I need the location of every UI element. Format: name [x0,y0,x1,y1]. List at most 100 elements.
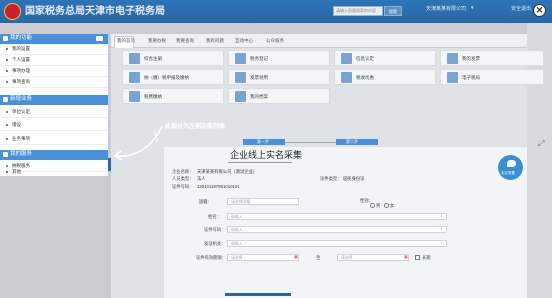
tab-tax[interactable]: 我要办税 [148,38,166,44]
org-input[interactable]: 请输入... [227,240,447,247]
tab-home[interactable]: 我的首页 [117,38,135,44]
tile-e-tax[interactable]: 电子税局 [440,69,544,85]
search-input[interactable]: 请输入您要搜索的内容 [333,6,383,16]
tile-label: 信息认定 [356,56,374,61]
tile-register[interactable]: 综合注册 [122,50,224,66]
close-icon[interactable]: ✕ [533,4,546,17]
user-menu[interactable]: 天津某某有限公司 [426,7,466,12]
plus-icon [3,97,8,102]
long-term-checkbox[interactable] [415,255,420,260]
validity-start-input[interactable]: 请选择 [227,254,299,261]
gender-female-radio[interactable] [384,203,389,208]
chart-icon [129,72,140,83]
sidebar-item-label: 其他 [12,169,21,174]
tile-label: 我的发票 [462,56,480,61]
long-term-label: 长期 [422,255,431,260]
tile-invoice[interactable]: 我的发票 [440,50,544,66]
name-placeholder: 请输入... [231,214,246,219]
tab-interaction[interactable]: 互动中心 [235,38,253,44]
sidebar-collapse-handle[interactable] [108,158,111,171]
sidebar-group-title: 新增业务 [10,96,33,102]
calendar-icon[interactable]: ▦ [294,255,298,259]
receipt-icon [235,72,246,83]
sidebar-item-label: 我的设置 [12,46,30,51]
person-icon [129,53,140,64]
nation-placeholder: 请选择国籍 [231,199,250,204]
sidebar-item[interactable]: 其他 [0,169,108,176]
sidebar-group-header[interactable]: 我的服务 [0,150,108,160]
search-placeholder: 请输入您要搜索的内容 [336,8,376,13]
star-icon [3,36,8,41]
search-button-label: 搜索 [389,8,397,14]
calendar-icon [129,91,140,102]
service-tiles: 综合注册 税务登记 信息认定 我的发票 纳（缴）税申报及缴纳 发票领用 税收优惠… [118,50,544,106]
validity-end-input[interactable]: 请选择 [337,254,409,261]
sidebar-item[interactable]: 我的设置 [0,44,108,55]
logout-link[interactable]: 安全退出 [511,7,531,12]
nation-select[interactable]: 请选择国籍 [227,198,299,205]
gender-male-radio[interactable] [370,203,375,208]
validity-to: 至 [316,255,321,260]
idtype-label: 证件类型： [320,176,342,181]
sidebar-item[interactable]: 业务事项 [0,134,108,145]
step-2: 第二步 [336,139,378,145]
idtype-value: 居民身份证 [343,176,365,181]
search-button[interactable]: 搜索 [384,6,402,16]
tile-label: 税务登记 [250,56,268,61]
step-1-label: 第一步 [257,139,269,144]
site-title: 国家税务总局天津市电子税务局 [25,6,165,17]
tile-label: 发票领用 [250,75,268,80]
company-label: 企业名称： [172,169,194,174]
top-nav: 我的首页 我要办税 我要查询 我有问题 互动中心 公众服务 [111,34,527,48]
calendar-icon[interactable]: ▦ [404,255,408,259]
company-value: 天津某某有限公司（测试企业） [197,169,258,174]
nation-label: 国籍： [199,199,212,204]
id-value: 120101197801010101 [197,184,240,189]
chevron-down-icon[interactable]: ▾ [471,6,474,11]
tab-query[interactable]: 我要查询 [176,38,194,44]
expand-icon[interactable]: ⤢ [538,140,544,148]
tile-declaration[interactable]: 纳（缴）税申报及缴纳 [122,69,224,85]
role-value: 法人 [197,176,206,181]
tile-preferential[interactable]: 税收优惠 [334,69,436,85]
sidebar-item-label: 事项查询 [12,79,30,84]
tile-invoice-receive[interactable]: 发票领用 [228,69,330,85]
validity-end-placeholder: 请选择 [341,255,353,260]
required-icon: ! [441,226,443,231]
tile-label: 综合注册 [144,56,162,61]
sidebar-group-title: 我的服务 [10,151,33,157]
sidebar-item[interactable]: 事项办理 [0,66,108,77]
name-label: 姓名： [208,214,221,219]
step-2-label: 第二步 [346,139,358,144]
discount-icon [341,72,352,83]
sidebar-item-label: 单位认定 [12,109,30,114]
collect-button-label: 实名采集 [501,171,515,175]
tax-emblem-logo [4,3,21,20]
tile-label: 税费缴纳 [144,94,162,99]
id-label: 证件号码： [172,184,194,189]
sidebar-item-label: 业务事项 [12,136,30,141]
tile-tax-registration[interactable]: 税务登记 [228,50,330,66]
sidebar-item[interactable]: 事项查询 [0,77,108,88]
annotation-arrow-icon [113,125,163,161]
sidebar-item-label: 个人设置 [12,57,30,62]
required-icon: ! [441,213,443,218]
tile-archive[interactable]: 我的档案 [228,88,330,104]
tab-public[interactable]: 公众服务 [266,38,284,44]
sidebar-item[interactable]: 单位认定 [0,107,108,118]
sidebar-item[interactable]: 增设 [0,120,108,131]
certificate-icon [341,53,352,64]
sidebar-item[interactable]: 个人设置 [0,55,108,66]
tab-questions[interactable]: 我有问题 [206,38,224,44]
role-label: 人员类型： [172,176,194,181]
sidebar-group-header[interactable]: 新增业务 [0,95,108,105]
invoice-icon [447,53,458,64]
collect-button[interactable]: 实名采集 [498,155,523,180]
tile-certification[interactable]: 信息认定 [334,50,436,66]
name-input[interactable]: 请输入... [227,213,447,220]
document-icon [235,53,246,64]
tile-payment[interactable]: 税费缴纳 [122,88,224,104]
idno-input[interactable]: 请输入... [227,226,447,233]
required-icon: ! [441,240,443,245]
sidebar-group-header[interactable]: 我的功能 [0,34,108,44]
